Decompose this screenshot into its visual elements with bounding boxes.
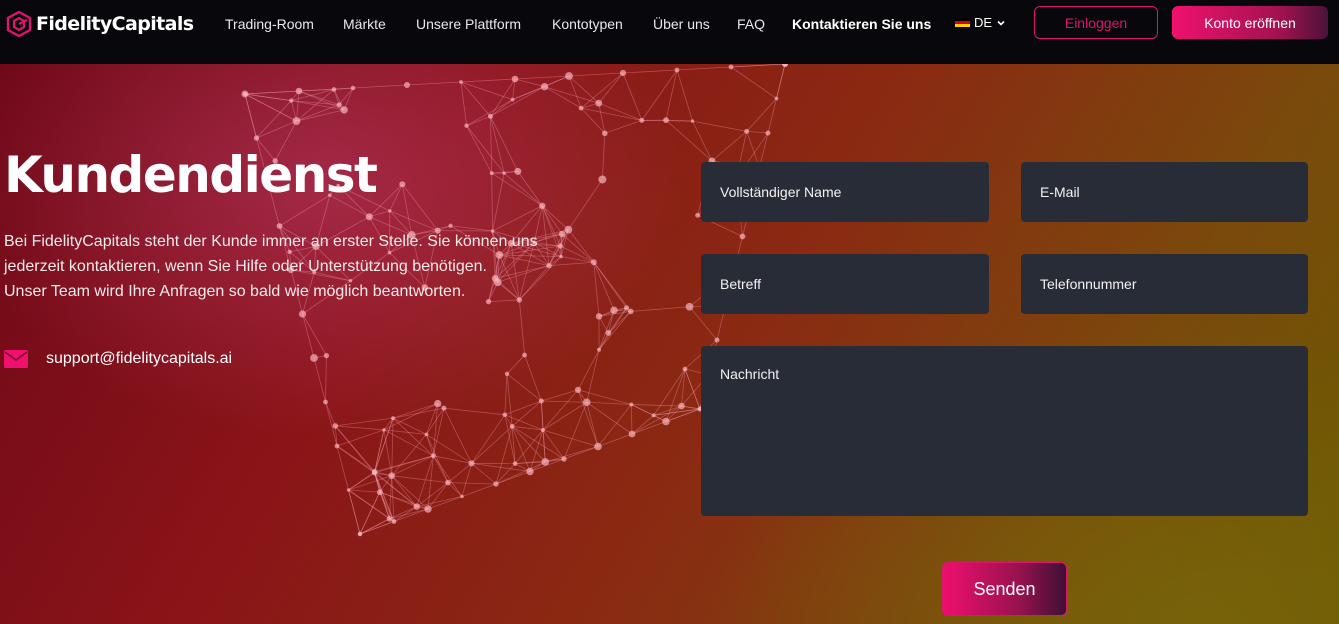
subject-input[interactable]	[701, 254, 989, 314]
contact-hero: Kundendienst Bei FidelityCapitals steht …	[0, 64, 1339, 624]
login-button[interactable]: Einloggen	[1034, 6, 1158, 39]
nav-link-contact[interactable]: Kontaktieren Sie uns	[792, 16, 931, 32]
nav-link-trading-room[interactable]: Trading-Room	[225, 16, 343, 32]
open-account-button[interactable]: Konto eröffnen	[1172, 6, 1328, 39]
nav-link-account-types[interactable]: Kontotypen	[552, 16, 653, 32]
german-flag-icon	[955, 17, 970, 28]
email-input[interactable]	[1021, 162, 1308, 222]
top-navigation: FidelityCapitals Trading-Room Märkte Uns…	[0, 0, 1339, 64]
full-name-input[interactable]	[701, 162, 989, 222]
language-label: DE	[974, 15, 993, 30]
chevron-down-icon	[997, 20, 1005, 26]
phone-input[interactable]	[1021, 254, 1308, 314]
brand-name: FidelityCapitals	[36, 13, 194, 35]
nav-link-about[interactable]: Über uns	[653, 16, 737, 32]
page-title: Kundendienst	[4, 146, 378, 204]
logo[interactable]: FidelityCapitals	[6, 11, 194, 37]
send-button[interactable]: Senden	[942, 562, 1067, 616]
support-email-link[interactable]: support@fidelitycapitals.ai	[46, 350, 232, 368]
nav-link-markets[interactable]: Märkte	[343, 16, 416, 32]
nav-links: Trading-Room Märkte Unsere Plattform Kon…	[225, 14, 931, 34]
logo-icon	[6, 11, 32, 37]
message-textarea[interactable]	[701, 346, 1308, 516]
contact-email-row: support@fidelitycapitals.ai	[4, 350, 232, 368]
intro-line: jederzeit kontaktieren, wenn Sie Hilfe o…	[4, 258, 487, 275]
intro-text: Bei FidelityCapitals steht der Kunde imm…	[4, 229, 564, 304]
nav-link-platform[interactable]: Unsere Plattform	[416, 16, 552, 32]
mail-icon	[4, 350, 28, 368]
nav-link-faq[interactable]: FAQ	[737, 16, 792, 32]
language-selector[interactable]: DE	[955, 15, 1006, 30]
intro-line: Unser Team wird Ihre Anfragen so bald wi…	[4, 283, 466, 300]
intro-line: Bei FidelityCapitals steht der Kunde imm…	[4, 233, 538, 250]
